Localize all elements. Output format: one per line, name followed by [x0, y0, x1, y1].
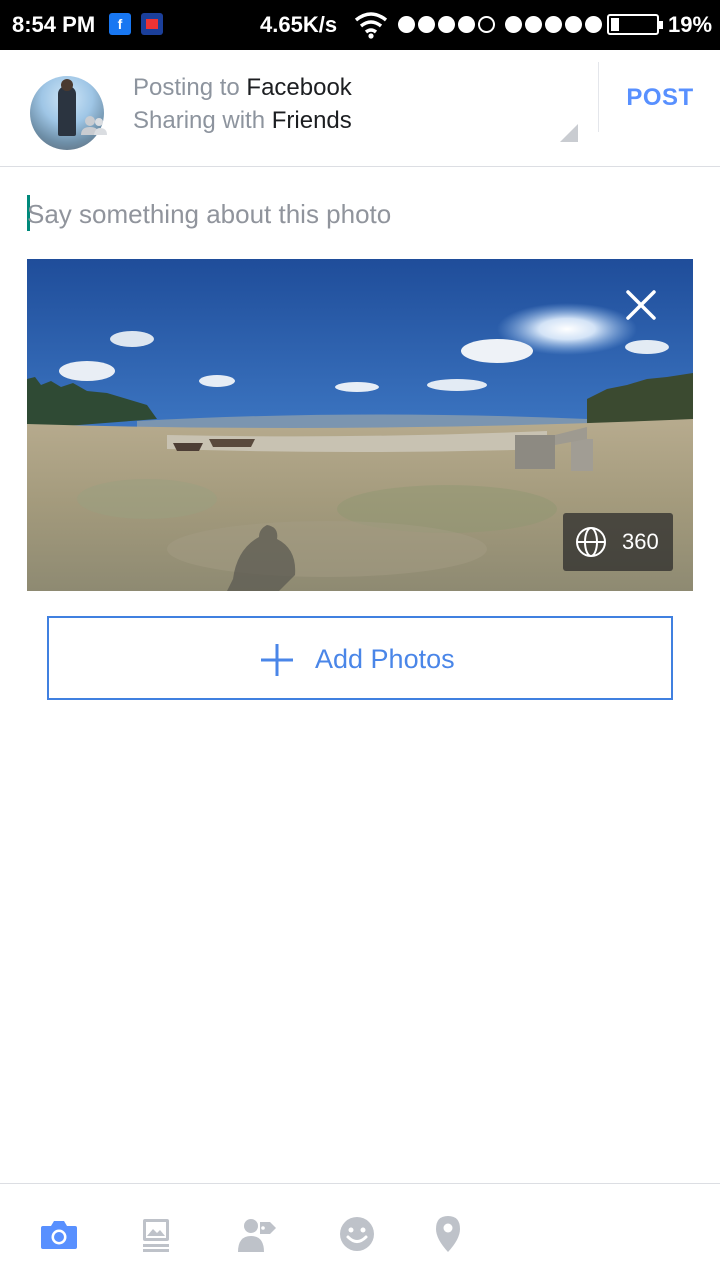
signal-dot	[478, 16, 495, 33]
post-button[interactable]: POST	[612, 84, 708, 112]
wifi-icon	[354, 12, 388, 39]
posting-to-line: Posting to Facebook	[133, 74, 352, 102]
status-bar: 8:54 PM f 4.65K/s 19%	[0, 0, 720, 50]
signal-dot	[398, 16, 415, 33]
facebook-notification-icon: f	[109, 13, 131, 35]
photo-gallery-icon[interactable]	[137, 1214, 177, 1254]
360-label: 360	[622, 529, 659, 554]
location-icon[interactable]	[428, 1214, 468, 1254]
sharing-prefix: Sharing with	[133, 107, 266, 134]
status-text-input[interactable]	[27, 196, 687, 232]
signal-dot	[505, 16, 522, 33]
battery-fill	[611, 18, 619, 31]
camera-icon[interactable]	[39, 1214, 79, 1254]
signal-sim1-icon	[398, 16, 495, 34]
battery-icon	[607, 14, 663, 35]
audience-selector[interactable]: Friends	[272, 107, 352, 134]
battery-percent: 19%	[668, 12, 713, 37]
signal-dot	[545, 16, 562, 33]
globe-icon	[576, 527, 606, 557]
avatar	[30, 76, 104, 150]
remove-photo-icon[interactable]	[623, 287, 659, 323]
dropdown-triangle-icon[interactable]	[560, 124, 578, 142]
composer-header: Posting to Facebook Sharing with Friends…	[0, 50, 720, 167]
posting-prefix: Posting to	[133, 74, 240, 101]
signal-dot	[585, 16, 602, 33]
signal-dot	[438, 16, 455, 33]
plus-icon	[261, 644, 293, 676]
network-speed: 4.65K/s	[260, 12, 338, 37]
signal-dot	[565, 16, 582, 33]
sharing-with-line[interactable]: Sharing with Friends	[133, 107, 352, 135]
feeling-icon[interactable]	[337, 1214, 377, 1254]
add-photos-label: Add Photos	[315, 644, 455, 674]
friends-audience-icon	[81, 116, 107, 135]
header-divider	[598, 62, 599, 132]
status-time: 8:54 PM	[12, 12, 96, 37]
signal-dot	[418, 16, 435, 33]
signal-dot	[458, 16, 475, 33]
posting-target[interactable]: Facebook	[246, 74, 351, 101]
signal-dot	[525, 16, 542, 33]
360-badge[interactable]: 360	[563, 513, 673, 571]
photo-preview[interactable]: 360	[27, 259, 693, 591]
tag-people-icon[interactable]	[236, 1214, 276, 1254]
composer-toolbar	[0, 1183, 720, 1281]
add-photos-button[interactable]: Add Photos	[47, 616, 673, 700]
signal-sim2-icon	[505, 16, 602, 34]
app-notification-icon	[141, 13, 163, 35]
